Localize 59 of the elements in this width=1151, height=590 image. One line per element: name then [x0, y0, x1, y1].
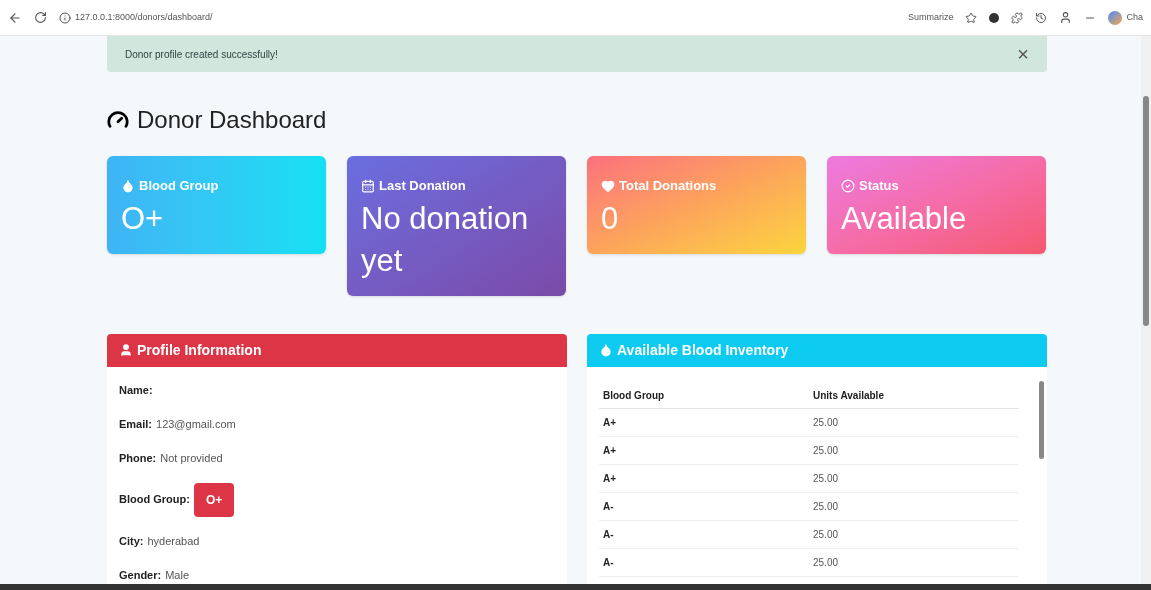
column-header: Blood Group	[599, 382, 809, 408]
field-label: Name:	[119, 382, 153, 398]
drop-icon	[121, 178, 135, 193]
chat-button[interactable]: Cha	[1108, 10, 1143, 25]
dashboard-icon	[107, 109, 129, 131]
card-value: O+	[121, 199, 165, 238]
field-value: Male	[165, 567, 190, 583]
history-icon[interactable]	[1035, 11, 1048, 24]
alert-message: Donor profile created successfully!	[125, 47, 278, 62]
reload-icon[interactable]	[34, 11, 47, 24]
user-icon	[119, 343, 133, 357]
field-label: Email:	[119, 416, 152, 432]
puzzle-icon[interactable]	[1011, 11, 1024, 24]
card-value: No donation yet	[361, 199, 530, 280]
address-field[interactable]: 127.0.0.1:8000/donors/dashboard/	[75, 10, 213, 25]
field-value: 123@gmail.com	[156, 416, 236, 432]
field-value: Not provided	[160, 450, 223, 466]
card-value: 0	[601, 199, 620, 238]
page-scrollbar[interactable]	[1141, 36, 1151, 584]
field-value: hyderabad	[147, 533, 200, 549]
blood-group-badge: O+	[193, 482, 235, 517]
table-cell: A-	[599, 492, 809, 520]
panel-title: Profile Information	[137, 340, 262, 360]
table-cell: 25.00	[809, 548, 1019, 576]
card-label: Blood Group	[139, 177, 219, 195]
chat-logo-icon	[1108, 10, 1123, 25]
card-label: Last Donation	[379, 177, 466, 195]
table-cell: 25.00	[809, 492, 1019, 520]
field-label: Phone:	[119, 450, 157, 466]
table-cell: A+	[599, 464, 809, 492]
scrollbar[interactable]	[1039, 380, 1044, 459]
table-cell: 25.00	[809, 464, 1019, 492]
table-cell: A+	[599, 436, 809, 464]
field-label: Blood Group:	[119, 492, 190, 508]
profile-icon[interactable]	[1059, 11, 1073, 24]
info-icon[interactable]	[59, 11, 71, 24]
close-button[interactable]: ×	[1017, 44, 1029, 64]
table-cell: A-	[599, 520, 809, 548]
drop-icon	[599, 343, 613, 357]
check-circle-icon	[841, 178, 855, 193]
field-label: Gender:	[119, 567, 162, 583]
panel-title: Available Blood Inventory	[617, 340, 789, 360]
card-value: Available	[841, 199, 968, 238]
calendar-icon	[361, 178, 375, 193]
back-icon[interactable]	[8, 10, 22, 25]
table-cell: A-	[599, 548, 809, 576]
card-label: Total Donations	[619, 177, 717, 195]
table-cell: A+	[599, 408, 809, 436]
column-header: Units Available	[809, 382, 1019, 408]
record-icon[interactable]	[989, 12, 1000, 23]
table-cell: 25.00	[809, 408, 1019, 436]
heart-icon	[601, 178, 615, 193]
page-title: Donor Dashboard	[137, 105, 327, 135]
field-label: City:	[119, 533, 144, 549]
table-cell: 25.00	[809, 520, 1019, 548]
star-icon[interactable]	[965, 11, 978, 24]
table-cell: 25.00	[809, 436, 1019, 464]
card-label: Status	[859, 177, 899, 195]
summarize-button[interactable]: Summarize	[907, 10, 954, 25]
